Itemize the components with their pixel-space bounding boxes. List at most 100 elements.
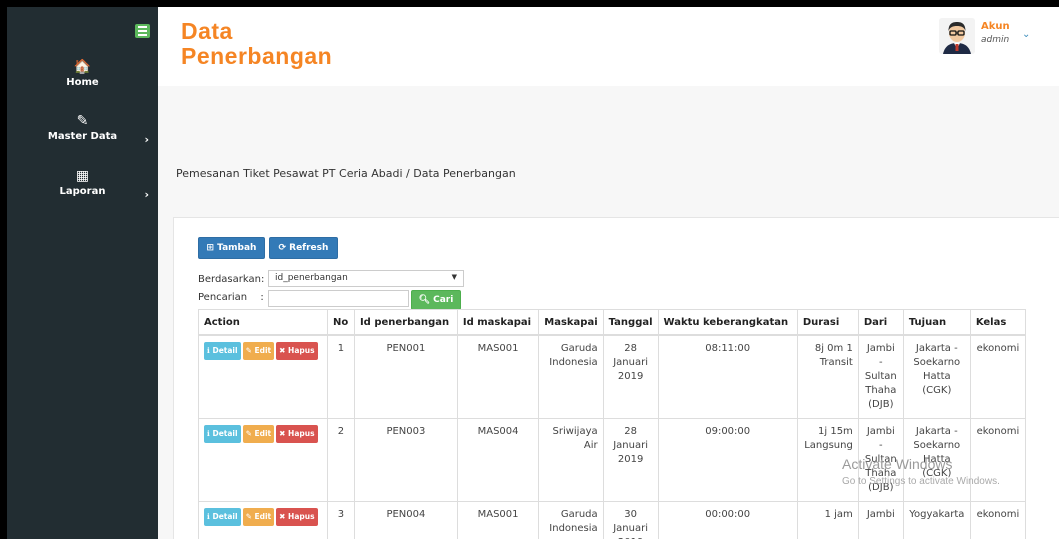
user-name[interactable]: Akun <box>981 21 1010 32</box>
action-cell: ℹ Detail ✎ Edit ✖ Hapus <box>198 418 328 502</box>
delete-label: Hapus <box>288 429 315 438</box>
column-header[interactable]: Dari <box>857 309 904 336</box>
column-header[interactable]: Durasi <box>796 309 859 336</box>
search-label-colon: : <box>260 292 264 303</box>
cell-durasi: 1 jam <box>796 501 859 539</box>
avatar[interactable] <box>939 18 975 54</box>
edit-button[interactable]: ✎ Edit <box>242 425 275 443</box>
delete-label: Hapus <box>288 346 315 355</box>
cell-no: 3 <box>327 501 355 539</box>
sidebar-item-label: Home <box>66 77 99 88</box>
add-button[interactable]: ⊞ Tambah <box>198 237 265 259</box>
detail-label: Detail <box>212 512 238 521</box>
cell-maskapai: Garuda Indonesia <box>538 334 604 419</box>
cell-dari: Jambi - Sultan Thaha (DJB) <box>857 334 904 419</box>
refresh-button-label: Refresh <box>289 243 329 253</box>
search-label-text: Pencarian <box>198 292 248 303</box>
sidebar-item-label: Master Data <box>47 131 118 142</box>
chevron-right-icon: › <box>144 133 149 146</box>
search-icon: 🔍︎ <box>418 295 431 305</box>
filter-select[interactable]: id_penerbangan ▼ <box>268 270 464 287</box>
chevron-right-icon: › <box>144 188 149 201</box>
edit-icon: ✎ <box>76 113 89 129</box>
column-header[interactable]: Id penerbangan <box>353 309 458 336</box>
column-header[interactable]: Tujuan <box>902 309 971 336</box>
filter-select-value: id_penerbangan <box>275 273 348 283</box>
detail-button[interactable]: ℹ Detail <box>204 508 241 526</box>
plus-square-icon: ⊞ <box>206 243 215 253</box>
home-icon: 🏠 <box>73 59 92 75</box>
detail-button[interactable]: ℹ Detail <box>204 425 241 443</box>
dropdown-caret-icon: ▼ <box>451 273 457 281</box>
data-panel: ⊞ Tambah ⟳ Refresh Berdasarkan: id_pener… <box>173 217 1059 539</box>
cell-maskapai: Sriwijaya Air <box>538 418 604 502</box>
sidebar-item-home[interactable]: 🏠 Home <box>7 59 158 88</box>
detail-button[interactable]: ℹ Detail <box>204 342 241 360</box>
user-avatar-icon <box>939 18 975 54</box>
column-header[interactable]: Maskapai <box>538 309 604 336</box>
detail-label: Detail <box>212 429 238 438</box>
edit-label: Edit <box>254 429 272 438</box>
cell-tanggal: 30 Januari 2019 <box>602 501 659 539</box>
table-row: ℹ Detail ✎ Edit ✖ Hapus 3 PEN004 MAS001 … <box>198 501 1027 539</box>
cell-kelas: ekonomi <box>969 501 1027 539</box>
delete-label: Hapus <box>288 512 315 521</box>
delete-button[interactable]: ✖ Hapus <box>276 425 318 443</box>
activate-windows-subtext: Go to Settings to activate Windows. <box>842 476 1000 487</box>
chevron-down-icon[interactable]: ⌄ <box>1022 29 1030 40</box>
column-header[interactable]: Action <box>198 309 328 336</box>
sidebar-item-laporan[interactable]: ▦ Laporan › <box>7 168 158 201</box>
add-button-label: Tambah <box>217 243 257 253</box>
sidebar-item-master-data[interactable]: ✎ Master Data › <box>7 113 158 146</box>
cell-kelas: ekonomi <box>969 334 1027 419</box>
cell-dari: Jambi <box>857 501 904 539</box>
cell-kelas: ekonomi <box>969 418 1027 502</box>
cell-no: 1 <box>327 334 355 419</box>
search-label: Pencarian : <box>198 292 264 303</box>
cell-waktu: 09:00:00 <box>657 418 798 502</box>
cell-id-maskapai: MAS001 <box>456 501 540 539</box>
column-header[interactable]: Kelas <box>969 309 1027 336</box>
edit-label: Edit <box>254 346 272 355</box>
action-cell: ℹ Detail ✎ Edit ✖ Hapus <box>198 501 328 539</box>
header: Data Penerbangan Akun admin ⌄ <box>158 7 1059 86</box>
screen-frame: 🏠 Home ✎ Master Data › ▦ Laporan › Data … <box>0 0 1059 539</box>
search-button-label: Cari <box>433 295 454 305</box>
search-button[interactable]: 🔍︎ Cari <box>411 290 461 310</box>
user-role: admin <box>981 35 1010 45</box>
flights-table: Action No Id penerbangan Id maskapai Mas… <box>198 309 1027 539</box>
cell-waktu: 08:11:00 <box>657 334 798 419</box>
table-header-row: Action No Id penerbangan Id maskapai Mas… <box>198 309 1027 336</box>
table-row: ℹ Detail ✎ Edit ✖ Hapus 1 PEN001 MAS001 … <box>198 334 1027 419</box>
edit-button[interactable]: ✎ Edit <box>242 342 275 360</box>
column-header[interactable]: Waktu keberangkatan <box>657 309 798 336</box>
cell-id-maskapai: MAS004 <box>456 418 540 502</box>
cell-id-maskapai: MAS001 <box>456 334 540 419</box>
detail-label: Detail <box>212 346 238 355</box>
refresh-button[interactable]: ⟳ Refresh <box>269 237 338 259</box>
delete-button[interactable]: ✖ Hapus <box>276 342 318 360</box>
column-header[interactable]: No <box>327 309 355 336</box>
cell-maskapai: Garuda Indonesia <box>538 501 604 539</box>
refresh-icon: ⟳ <box>278 243 287 253</box>
sidebar-item-label: Laporan <box>59 186 106 197</box>
search-input[interactable] <box>268 290 409 307</box>
activate-windows-watermark: Activate Windows <box>842 456 953 472</box>
cell-no: 2 <box>327 418 355 502</box>
cell-durasi: 8j 0m 1 Transit <box>796 334 859 419</box>
calendar-icon: ▦ <box>75 168 90 184</box>
cell-id-penerbangan: PEN001 <box>353 334 458 419</box>
breadcrumb: Pemesanan Tiket Pesawat PT Ceria Abadi /… <box>176 167 516 180</box>
filter-label: Berdasarkan: <box>198 274 265 285</box>
sidebar: 🏠 Home ✎ Master Data › ▦ Laporan › <box>7 7 158 539</box>
menu-toggle-icon[interactable] <box>135 24 150 38</box>
page-title: Data Penerbangan <box>181 18 333 69</box>
cell-id-penerbangan: PEN003 <box>353 418 458 502</box>
column-header[interactable]: Id maskapai <box>456 309 540 336</box>
delete-button[interactable]: ✖ Hapus <box>276 508 318 526</box>
cell-id-penerbangan: PEN004 <box>353 501 458 539</box>
cell-waktu: 00:00:00 <box>657 501 798 539</box>
action-cell: ℹ Detail ✎ Edit ✖ Hapus <box>198 334 328 419</box>
edit-button[interactable]: ✎ Edit <box>242 508 275 526</box>
column-header[interactable]: Tanggal <box>602 309 659 336</box>
